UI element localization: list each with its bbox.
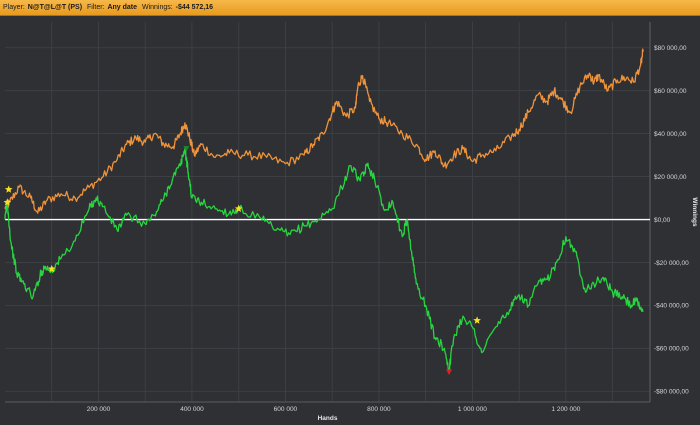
player-label: Player: [3,4,25,11]
x-tick-label: 600 000 [274,406,298,413]
x-tick-label: 400 000 [180,406,204,413]
y-axis-title: Winnings [691,197,698,227]
header-bar: Player: N@T@L@T (PS) Filter: Any date Wi… [0,0,700,16]
y-tick-label: -$20 000,00 [654,260,689,267]
y-tick-label: -$80 000,00 [654,389,689,396]
winnings-label: Winnings: [141,4,173,11]
y-tick-label: -$40 000,00 [654,303,689,310]
x-tick-label: 1 000 000 [458,406,487,413]
x-tick-label: 1 200 000 [551,406,580,413]
filter-label: Filter: [87,4,105,11]
y-tick-label: $60 000,00 [654,88,687,95]
player-value: N@T@L@T (PS) [27,4,83,11]
filter-value[interactable]: Any date [107,0,137,15]
x-tick-label: 800 000 [367,406,391,413]
y-tick-label: -$60 000,00 [654,346,689,353]
chart-svg: 200 000 400 000 600 000 800 000 1 000 000 1 2… [0,16,700,425]
x-axis-title: Hands [318,415,338,422]
y-tick-label: $40 000,00 [654,131,687,138]
winnings-value: -$44 572,16 [175,4,214,11]
x-tick-label: 200 000 [87,406,111,413]
y-tick-label: $0,00 [654,217,671,224]
winnings-chart: 200 000 400 000 600 000 800 000 1 000 000 1 2… [0,16,700,425]
y-tick-label: $20 000,00 [654,174,687,181]
y-tick-label: $80 000,00 [654,45,687,52]
